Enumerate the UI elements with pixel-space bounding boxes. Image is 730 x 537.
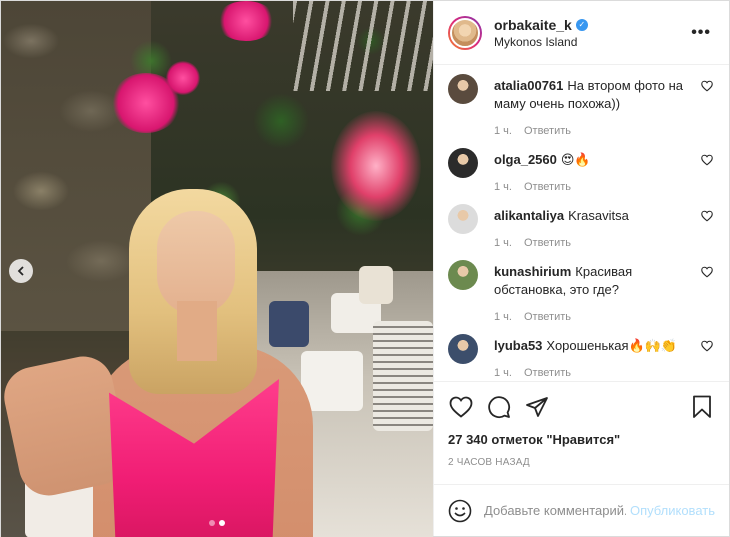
comment-time: 1 ч. — [494, 367, 512, 379]
likes-label[interactable]: "Нравится" — [546, 432, 620, 447]
comment-time: 1 ч. — [494, 311, 512, 323]
cushion — [269, 301, 309, 347]
share-icon[interactable] — [524, 394, 550, 420]
comment-time: 1 ч. — [494, 237, 512, 249]
comments-list: atalia00761 На втором фото на маму очень … — [434, 65, 729, 381]
comment-item: kunashirium Красивая обстановка, это где?… — [448, 260, 713, 323]
person-neck — [177, 301, 217, 361]
reply-button[interactable]: Ответить — [524, 237, 571, 249]
likes-number[interactable]: 27 340 отметок — [448, 432, 543, 447]
carousel-dots — [1, 520, 433, 526]
commenter-avatar[interactable] — [448, 260, 478, 290]
likes-count[interactable]: 27 340 отметок "Нравится" — [448, 432, 715, 447]
commenter-avatar[interactable] — [448, 334, 478, 364]
commenter-avatar[interactable] — [448, 148, 478, 178]
comment-icon[interactable] — [486, 394, 512, 420]
chevron-left-icon[interactable] — [9, 259, 33, 283]
post-sidebar: orbakaite_k ✓ Mykonos Island ••• atalia0… — [433, 1, 729, 536]
comment-time: 1 ч. — [494, 125, 512, 137]
cushion — [301, 351, 363, 411]
carousel-dot-active — [219, 520, 225, 526]
comment-item: alikantaliya Krasavitsa 1 ч. Ответить — [448, 204, 713, 249]
commenter-username[interactable]: alikantaliya — [494, 208, 564, 223]
magazine-stack — [373, 321, 433, 431]
flower — [166, 61, 200, 95]
comment-like-icon[interactable] — [701, 266, 713, 278]
comment-text: olga_2560 😍🔥 — [494, 151, 687, 169]
comment-text: alikantaliya Krasavitsa — [494, 207, 687, 225]
commenter-username[interactable]: olga_2560 — [494, 152, 557, 167]
reply-button[interactable]: Ответить — [524, 181, 571, 193]
pergola — [293, 1, 433, 91]
comment-text: kunashirium Красивая обстановка, это где? — [494, 263, 687, 299]
commenter-avatar[interactable] — [448, 204, 478, 234]
post-timestamp: 2 часов назад — [448, 457, 530, 468]
comment-input[interactable] — [484, 503, 626, 518]
carousel-dot — [209, 520, 215, 526]
commenter-avatar[interactable] — [448, 74, 478, 104]
comment-like-icon[interactable] — [701, 80, 713, 92]
comment-message: Krasavitsa — [568, 208, 629, 223]
person-face — [157, 211, 235, 315]
comment-item: olga_2560 😍🔥 1 ч. Ответить — [448, 148, 713, 193]
reply-button[interactable]: Ответить — [524, 125, 571, 137]
comment-message: Хорошенькая🔥🙌👏 — [546, 338, 678, 353]
commenter-username[interactable]: kunashirium — [494, 264, 571, 279]
reply-button[interactable]: Ответить — [524, 367, 571, 379]
heart-icon[interactable] — [448, 394, 474, 420]
comment-text: lyuba53 Хорошенькая🔥🙌👏 — [494, 337, 687, 355]
comment-like-icon[interactable] — [701, 154, 713, 166]
post-actions: 27 340 отметок "Нравится" 2 часов назад — [434, 381, 729, 468]
reply-button[interactable]: Ответить — [524, 311, 571, 323]
instagram-post: orbakaite_k ✓ Mykonos Island ••• atalia0… — [0, 0, 730, 537]
comment-like-icon[interactable] — [701, 340, 713, 352]
pink-lamp — [331, 111, 421, 221]
comment-time: 1 ч. — [494, 181, 512, 193]
comment-message: 😍🔥 — [560, 152, 591, 167]
comment-composer: Опубликовать — [434, 484, 729, 536]
flower — [216, 1, 276, 41]
verified-badge-icon: ✓ — [575, 18, 588, 31]
post-header: orbakaite_k ✓ Mykonos Island ••• — [434, 1, 729, 65]
comment-item: lyuba53 Хорошенькая🔥🙌👏 1 ч. Ответить — [448, 334, 713, 379]
author-username[interactable]: orbakaite_k — [494, 17, 572, 33]
bookmark-icon[interactable] — [689, 394, 715, 420]
cushion — [359, 266, 393, 304]
author-avatar[interactable] — [448, 15, 482, 50]
commenter-username[interactable]: atalia00761 — [494, 78, 563, 93]
more-horizontal-icon[interactable]: ••• — [687, 20, 715, 46]
commenter-username[interactable]: lyuba53 — [494, 338, 542, 353]
emoji-icon[interactable] — [448, 499, 472, 523]
comment-text: atalia00761 На втором фото на маму очень … — [494, 77, 687, 113]
comment-like-icon[interactable] — [701, 210, 713, 222]
comment-item: atalia00761 На втором фото на маму очень … — [448, 74, 713, 137]
post-location[interactable]: Mykonos Island — [494, 35, 687, 49]
publish-button[interactable]: Опубликовать — [630, 503, 715, 518]
post-photo[interactable] — [1, 1, 433, 537]
